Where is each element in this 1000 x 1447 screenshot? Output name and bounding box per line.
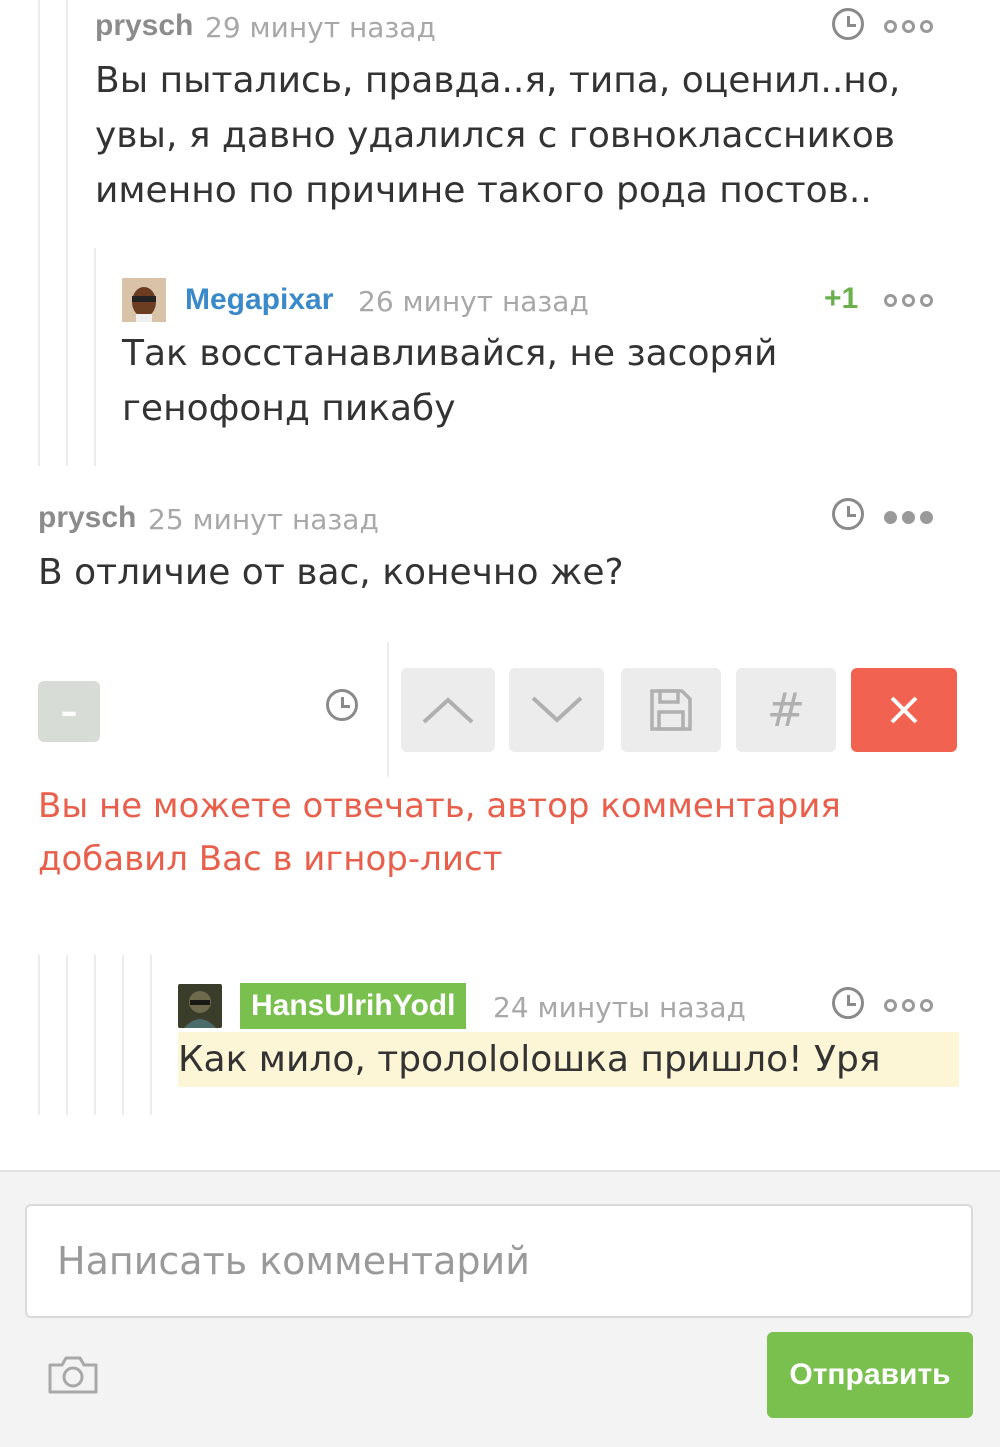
warning-line: Вы не можете отвечать, автор комментария: [38, 786, 841, 826]
thread-line: [122, 955, 124, 1115]
upvote-button[interactable]: [401, 668, 495, 752]
collapse-button[interactable]: –: [38, 681, 100, 742]
thread-line: [38, 955, 40, 1115]
more-dots-icon[interactable]: [884, 294, 933, 307]
close-button[interactable]: [851, 668, 957, 752]
more-dots-icon[interactable]: [884, 20, 933, 33]
comment-author[interactable]: prysch: [38, 501, 136, 535]
comment-input[interactable]: [25, 1204, 973, 1318]
avatar[interactable]: [178, 984, 222, 1028]
chevron-down-icon: [531, 696, 582, 723]
comment-text-line: генофонд пикабу: [122, 388, 456, 429]
ignore-warning: Вы не можете отвечать, автор комментария…: [38, 780, 938, 886]
comment-rating: +1: [824, 282, 859, 315]
thread-line: [94, 248, 96, 466]
clock-icon[interactable]: [832, 8, 864, 40]
clock-icon[interactable]: [832, 498, 864, 530]
save-button[interactable]: [621, 668, 721, 752]
thread-line: [66, 0, 68, 466]
downvote-button[interactable]: [509, 668, 604, 752]
comment-text-line: Вы пытались, правда..я, типа, оценил..но…: [95, 60, 901, 101]
send-label: Отправить: [789, 1358, 951, 1391]
comment-text: Как мило, тролololошка пришло! Уря: [178, 1032, 959, 1087]
comment-time: 25 минут назад: [148, 503, 379, 536]
thread-line: [66, 955, 68, 1115]
toolbar-divider: [387, 642, 389, 777]
more-dots-icon[interactable]: [884, 999, 933, 1012]
hash-button[interactable]: #: [736, 668, 836, 752]
attach-photo-button[interactable]: [47, 1355, 99, 1395]
comment-text: В отличие от вас, конечно же?: [38, 545, 624, 600]
comment-time: 26 минут назад: [358, 285, 589, 318]
comment-text: Вы пытались, правда..я, типа, оценил..но…: [95, 53, 900, 218]
collapse-label: –: [60, 691, 78, 732]
camera-icon: [48, 1356, 98, 1394]
comment-text-line: Так восстанавливайся, не засоряй: [122, 333, 778, 374]
comment-text-line: увы, я давно удалился с говноклассников: [95, 115, 895, 156]
comment-author[interactable]: prysch: [95, 9, 193, 43]
comment-author: HansUlrihYodl: [251, 989, 456, 1022]
comment-text-line: именно по причине такого рода постов..: [95, 170, 872, 211]
send-button[interactable]: Отправить: [767, 1332, 973, 1418]
avatar[interactable]: [122, 278, 166, 322]
clock-icon[interactable]: [326, 689, 358, 721]
save-icon: [650, 689, 692, 731]
comment-text-line: В отличие от вас, конечно же?: [38, 552, 624, 593]
thread-line: [38, 0, 40, 466]
comment-text-line: Как мило, тролololошка пришло! Уря: [178, 1039, 881, 1080]
comment-time: 29 минут назад: [205, 11, 436, 44]
hash-icon: #: [766, 683, 806, 737]
comment-text: Так восстанавливайся, не засоряй генофон…: [122, 326, 777, 436]
thread-line: [150, 955, 152, 1115]
thread-line: [94, 955, 96, 1115]
comment-time: 24 минуты назад: [493, 991, 746, 1024]
comment-author[interactable]: Megapixar: [185, 283, 333, 317]
chevron-up-icon: [422, 697, 474, 724]
clock-icon[interactable]: [832, 987, 864, 1019]
more-dots-icon[interactable]: [884, 511, 933, 524]
warning-line: добавил Вас в игнор-лист: [38, 839, 503, 879]
comment-author-badge[interactable]: HansUlrihYodl: [240, 983, 467, 1029]
close-icon: [890, 696, 918, 724]
